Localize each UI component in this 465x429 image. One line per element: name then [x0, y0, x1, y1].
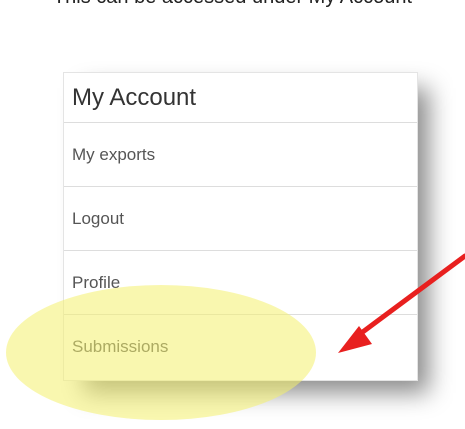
menu-item-submissions[interactable]: Submissions: [64, 315, 417, 379]
menu-item-profile[interactable]: Profile: [64, 251, 417, 315]
menu-item-logout[interactable]: Logout: [64, 187, 417, 251]
menu-item-my-exports[interactable]: My exports: [64, 123, 417, 187]
my-account-menu: My Account My exports Logout Profile Sub…: [63, 72, 418, 381]
menu-title: My Account: [64, 73, 417, 123]
caption-text: This can be accessed under My Account: [0, 0, 465, 9]
